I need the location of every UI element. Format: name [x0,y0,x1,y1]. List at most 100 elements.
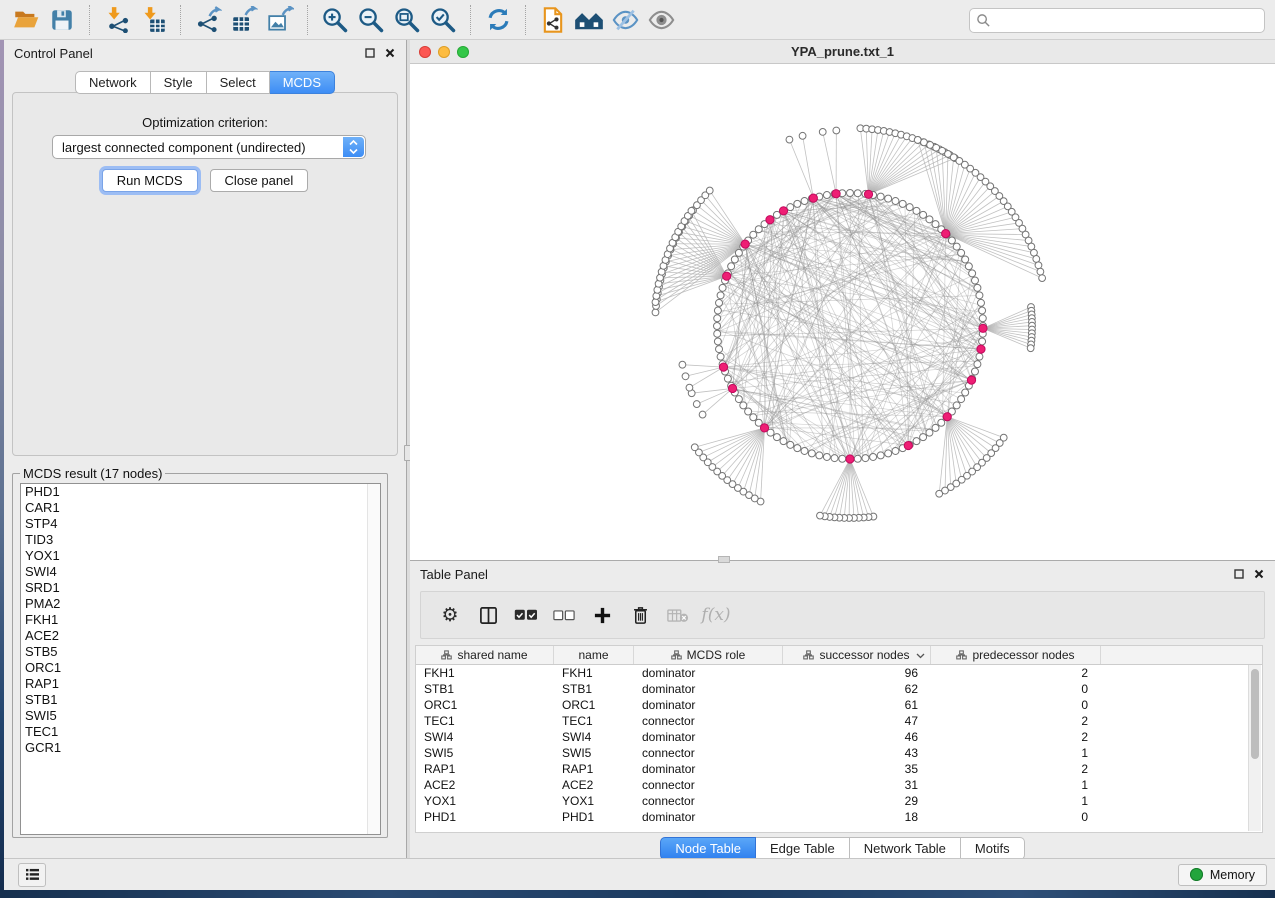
zoom-selected-button[interactable] [428,5,458,35]
cell-mcds-role[interactable]: dominator [634,697,783,713]
cell-predecessor-nodes[interactable]: 1 [931,745,1101,761]
table-options-button[interactable]: ⚙ [435,600,465,630]
run-mcds-button[interactable]: Run MCDS [102,169,198,192]
float-panel-button[interactable] [362,45,378,61]
mcds-node-item[interactable]: YOX1 [21,548,380,564]
search-box[interactable] [969,8,1265,33]
cell-shared-name[interactable]: TEC1 [416,713,554,729]
cell-name[interactable]: FKH1 [554,665,634,681]
cell-predecessor-nodes[interactable]: 0 [931,809,1101,825]
cell-predecessor-nodes[interactable]: 1 [931,777,1101,793]
mcds-node-item[interactable]: SWI5 [21,708,380,724]
cell-successor-nodes[interactable]: 96 [783,665,931,681]
save-session-button[interactable] [47,5,77,35]
task-history-button[interactable] [18,863,46,887]
cell-mcds-role[interactable]: dominator [634,729,783,745]
mcds-node-item[interactable]: CAR1 [21,500,380,516]
mcds-node-item[interactable]: SWI4 [21,564,380,580]
tab-motifs[interactable]: Motifs [961,837,1025,860]
column-header-name[interactable]: name [554,646,634,664]
table-row[interactable]: YOX1YOX1connector291 [416,793,1262,809]
table-row[interactable]: FKH1FKH1dominator962 [416,665,1262,681]
share-document-button[interactable] [538,5,568,35]
cell-predecessor-nodes[interactable]: 2 [931,665,1101,681]
hide-graphics-details-button[interactable] [610,5,640,35]
network-titlebar[interactable]: YPA_prune.txt_1 [410,40,1275,64]
cell-mcds-role[interactable]: dominator [634,809,783,825]
search-input[interactable] [991,13,1258,29]
import-network-button[interactable] [102,5,132,35]
tab-style[interactable]: Style [151,71,207,94]
cell-shared-name[interactable]: STB1 [416,681,554,697]
minimize-window-icon[interactable] [438,46,450,58]
select-all-columns-button[interactable] [511,600,541,630]
cell-successor-nodes[interactable]: 61 [783,697,931,713]
column-header-successor-nodes[interactable]: successor nodes [783,646,931,664]
cell-successor-nodes[interactable]: 47 [783,713,931,729]
deselect-all-columns-button[interactable] [549,600,579,630]
cell-successor-nodes[interactable]: 43 [783,745,931,761]
maximize-window-icon[interactable] [457,46,469,58]
mcds-node-item[interactable]: STP4 [21,516,380,532]
tab-node-table[interactable]: Node Table [660,837,756,860]
cell-mcds-role[interactable]: connector [634,777,783,793]
table-row[interactable]: SWI4SWI4dominator462 [416,729,1262,745]
mcds-node-item[interactable]: PMA2 [21,596,380,612]
cell-name[interactable]: RAP1 [554,761,634,777]
table-row[interactable]: SWI5SWI5connector431 [416,745,1262,761]
show-graphics-details-button[interactable] [646,5,676,35]
table-row[interactable]: ORC1ORC1dominator610 [416,697,1262,713]
tab-select[interactable]: Select [207,71,270,94]
table-row[interactable]: ACE2ACE2connector311 [416,777,1262,793]
cell-successor-nodes[interactable]: 18 [783,809,931,825]
cell-name[interactable]: PHD1 [554,809,634,825]
zoom-out-button[interactable] [356,5,386,35]
cell-successor-nodes[interactable]: 31 [783,777,931,793]
cell-predecessor-nodes[interactable]: 1 [931,793,1101,809]
table-row[interactable]: RAP1RAP1dominator352 [416,761,1262,777]
mcds-node-item[interactable]: GCR1 [21,740,380,756]
cell-mcds-role[interactable]: dominator [634,665,783,681]
mcds-node-item[interactable]: TEC1 [21,724,380,740]
cell-mcds-role[interactable]: connector [634,713,783,729]
export-table-button[interactable] [229,5,259,35]
open-session-button[interactable] [11,5,41,35]
close-window-icon[interactable] [419,46,431,58]
cell-name[interactable]: TEC1 [554,713,634,729]
cell-successor-nodes[interactable]: 62 [783,681,931,697]
table-row[interactable]: STB1STB1dominator620 [416,681,1262,697]
cell-predecessor-nodes[interactable]: 2 [931,729,1101,745]
export-network-button[interactable] [193,5,223,35]
cell-shared-name[interactable]: PHD1 [416,809,554,825]
cell-name[interactable]: STB1 [554,681,634,697]
cell-name[interactable]: YOX1 [554,793,634,809]
horizontal-splitter-grip[interactable] [718,556,730,563]
cell-shared-name[interactable]: SWI4 [416,729,554,745]
float-table-panel-button[interactable] [1231,566,1247,582]
mcds-node-item[interactable]: STB5 [21,644,380,660]
close-panel-button-mcds[interactable]: Close panel [210,169,309,192]
cell-successor-nodes[interactable]: 35 [783,761,931,777]
cell-shared-name[interactable]: RAP1 [416,761,554,777]
column-header-shared-name[interactable]: shared name [416,646,554,664]
zoom-in-button[interactable] [320,5,350,35]
mcds-node-item[interactable]: SRD1 [21,580,380,596]
mcds-node-item[interactable]: PHD1 [21,484,380,500]
memory-button[interactable]: Memory [1178,864,1267,886]
table-scrollbar[interactable] [1248,665,1261,831]
cell-name[interactable]: ACE2 [554,777,634,793]
cell-shared-name[interactable]: ACE2 [416,777,554,793]
cell-shared-name[interactable]: YOX1 [416,793,554,809]
apply-layout-button[interactable] [483,5,513,35]
cell-shared-name[interactable]: FKH1 [416,665,554,681]
cell-shared-name[interactable]: ORC1 [416,697,554,713]
mcds-node-item[interactable]: FKH1 [21,612,380,628]
cell-mcds-role[interactable]: connector [634,745,783,761]
cell-predecessor-nodes[interactable]: 2 [931,761,1101,777]
mcds-node-item[interactable]: TID3 [21,532,380,548]
close-table-panel-button[interactable] [1251,566,1267,582]
import-table-button[interactable] [138,5,168,35]
zoom-fit-button[interactable] [392,5,422,35]
mcds-node-item[interactable]: RAP1 [21,676,380,692]
tab-mcds[interactable]: MCDS [270,71,335,94]
